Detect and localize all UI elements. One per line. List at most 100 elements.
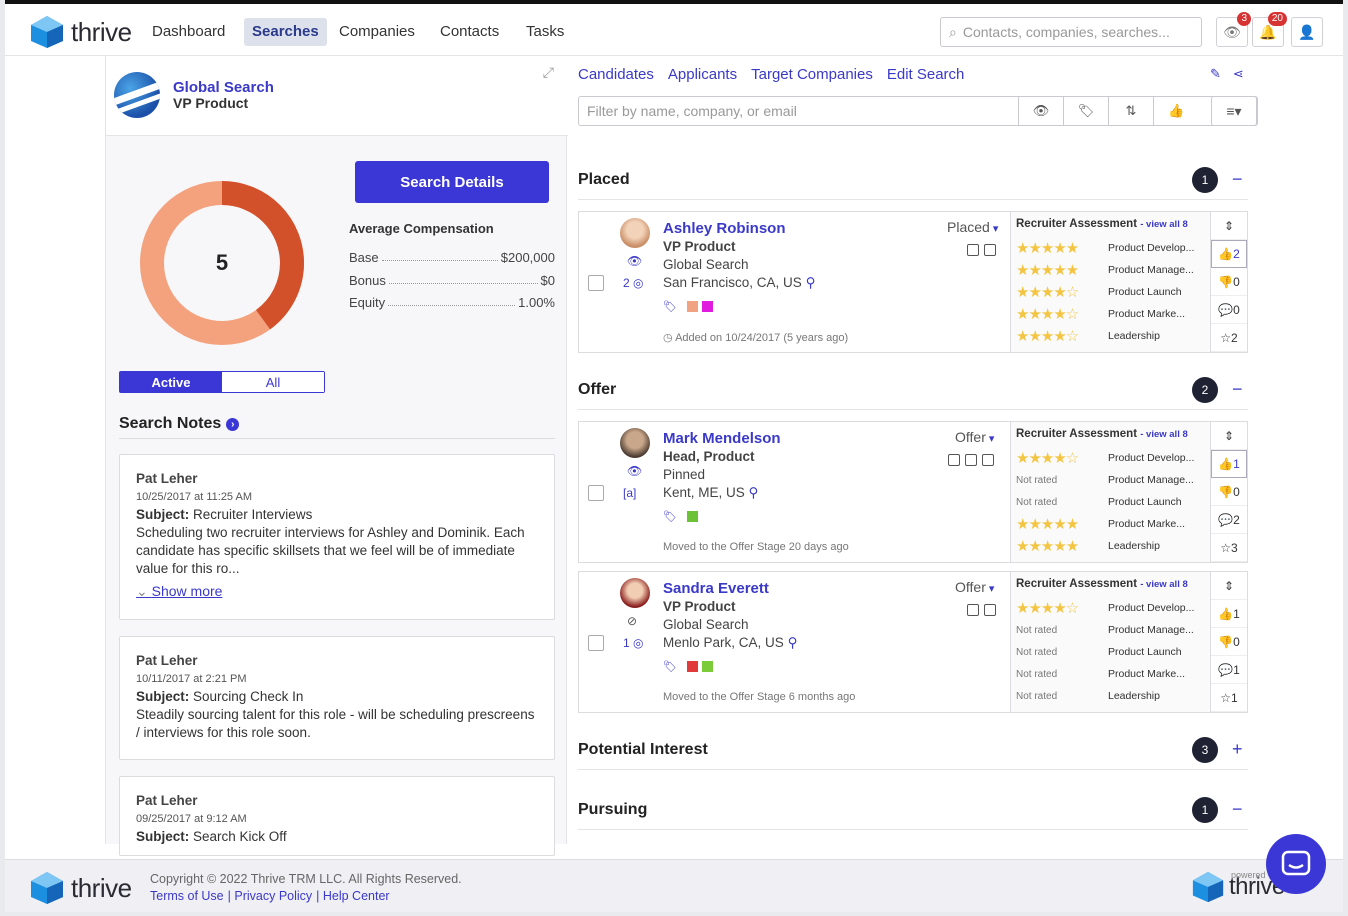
- rating-stars[interactable]: Not rated: [1016, 497, 1108, 508]
- expand-icon[interactable]: +: [1232, 739, 1243, 760]
- collapse-icon[interactable]: −: [1232, 379, 1243, 400]
- user-menu-button[interactable]: 👤: [1291, 17, 1323, 47]
- rating-stars[interactable]: Not rated: [1016, 647, 1108, 658]
- note-card[interactable]: Pat Leher 10/25/2017 at 11:25 AM Subject…: [119, 454, 555, 620]
- share-icon[interactable]: ⋖: [1233, 66, 1244, 82]
- help-link[interactable]: | Help Center: [316, 889, 389, 903]
- rating-stars[interactable]: ★★★★☆: [1016, 283, 1108, 301]
- stage-header-offer[interactable]: Offer 2 −: [578, 370, 1248, 410]
- nav-contacts[interactable]: Contacts: [432, 18, 507, 46]
- rating-stars[interactable]: ★★★★☆: [1016, 599, 1108, 617]
- star-count[interactable]: ☆2: [1211, 324, 1247, 352]
- thumbs-down-count[interactable]: 👎0: [1211, 628, 1247, 656]
- note-card[interactable]: Pat Leher 09/25/2017 at 9:12 AM Subject:…: [119, 776, 555, 856]
- thumbs-down-count[interactable]: 👎0: [1211, 268, 1247, 296]
- email-icon[interactable]: [967, 244, 979, 256]
- rating-stars[interactable]: ★★★★★: [1016, 261, 1108, 279]
- privacy-link[interactable]: | Privacy Policy: [228, 889, 313, 903]
- thumbs-up-count[interactable]: 👍1: [1211, 450, 1247, 478]
- tab-target-companies[interactable]: Target Companies: [751, 66, 873, 83]
- rating-stars[interactable]: ★★★★★: [1016, 537, 1108, 555]
- rating-stars[interactable]: ★★★★☆: [1016, 305, 1108, 323]
- nav-tasks[interactable]: Tasks: [518, 18, 572, 46]
- global-search-input[interactable]: ⌕ Contacts, companies, searches...: [940, 17, 1202, 47]
- reorder-icon[interactable]: ⇕: [1211, 422, 1247, 450]
- candidate-card[interactable]: 👁 2 ◎ Ashley Robinson VP Product Global …: [578, 211, 1248, 353]
- search-details-button[interactable]: Search Details: [355, 161, 549, 203]
- rating-stars[interactable]: Not rated: [1016, 691, 1108, 702]
- nav-companies[interactable]: Companies: [331, 18, 423, 46]
- search-notes-heading[interactable]: Search Notes ›: [119, 415, 555, 439]
- rating-stars[interactable]: ★★★★★: [1016, 515, 1108, 533]
- reorder-icon[interactable]: ⇕: [1211, 212, 1247, 240]
- comment-count[interactable]: 💬2: [1211, 506, 1247, 534]
- stage-header-potential-interest[interactable]: Potential Interest 3 +: [578, 730, 1248, 770]
- search-title[interactable]: Global Search: [173, 79, 274, 96]
- collapse-icon[interactable]: −: [1232, 169, 1243, 190]
- email-icon[interactable]: [967, 604, 979, 616]
- comment-count[interactable]: 💬1: [1211, 656, 1247, 684]
- tab-edit-search[interactable]: Edit Search: [887, 66, 965, 83]
- candidate-card[interactable]: ⊘ 1 ◎ Sandra Everett VP Product Global S…: [578, 571, 1248, 713]
- collapse-icon[interactable]: −: [1232, 799, 1243, 820]
- tag-icon[interactable]: 🏷: [663, 300, 677, 313]
- show-more-link[interactable]: ⌄ Show more: [136, 582, 538, 600]
- star-count[interactable]: ☆1: [1211, 684, 1247, 712]
- tag-icon[interactable]: 🏷: [663, 660, 677, 673]
- candidate-checkbox[interactable]: [588, 275, 604, 291]
- visibility-filter-button[interactable]: 👁: [1019, 97, 1064, 125]
- tag-icon[interactable]: 🏷: [663, 510, 677, 523]
- thumbs-down-count[interactable]: 👎0: [1211, 478, 1247, 506]
- stage-dropdown[interactable]: Offer: [955, 579, 994, 595]
- stage-header-placed[interactable]: Placed 1 −: [578, 160, 1248, 200]
- thrive-logo[interactable]: thrive: [29, 14, 132, 50]
- expand-icon[interactable]: ⤢: [543, 64, 554, 81]
- tag-filter-button[interactable]: 🏷: [1064, 97, 1109, 125]
- nav-searches[interactable]: Searches: [244, 18, 327, 46]
- phone-icon[interactable]: [965, 454, 977, 466]
- watch-button[interactable]: 👁 3: [1216, 12, 1251, 47]
- view-all-link[interactable]: - view all 8: [1140, 579, 1188, 590]
- toggle-all[interactable]: All: [222, 372, 324, 392]
- sort-button[interactable]: ⇅: [1109, 97, 1154, 125]
- view-all-link[interactable]: - view all 8: [1140, 219, 1188, 230]
- thumbs-up-count[interactable]: 👍1: [1211, 600, 1247, 628]
- tab-applicants[interactable]: Applicants: [668, 66, 737, 83]
- stage-dropdown[interactable]: Placed: [947, 219, 998, 235]
- note-card[interactable]: Pat Leher 10/11/2017 at 2:21 PM Subject:…: [119, 636, 555, 760]
- candidate-card[interactable]: 👁 [a] Mark Mendelson Head, Product Pinne…: [578, 421, 1248, 563]
- eye-slash-icon[interactable]: ⊘: [627, 614, 637, 628]
- like-filter-button[interactable]: 👍: [1154, 97, 1199, 125]
- view-menu-button[interactable]: ≡▾: [1211, 96, 1257, 126]
- terms-link[interactable]: Terms of Use: [150, 889, 224, 903]
- rating-stars[interactable]: Not rated: [1016, 669, 1108, 680]
- rating-stars[interactable]: ★★★★☆: [1016, 327, 1108, 345]
- candidate-checkbox[interactable]: [588, 485, 604, 501]
- chat-launcher-button[interactable]: [1266, 834, 1326, 894]
- candidate-name[interactable]: Mark Mendelson: [663, 430, 781, 447]
- candidate-filter-input[interactable]: Filter by name, company, or email: [579, 97, 1019, 125]
- linkedin-icon[interactable]: [984, 604, 996, 616]
- email-icon[interactable]: [948, 454, 960, 466]
- notifications-button[interactable]: 🔔 20: [1252, 12, 1287, 47]
- reorder-icon[interactable]: ⇕: [1211, 572, 1247, 600]
- linkedin-icon[interactable]: [982, 454, 994, 466]
- edit-icon[interactable]: ✎: [1210, 66, 1221, 82]
- view-all-link[interactable]: - view all 8: [1140, 429, 1188, 440]
- rating-stars[interactable]: Not rated: [1016, 625, 1108, 636]
- toggle-active[interactable]: Active: [120, 372, 222, 392]
- eye-icon[interactable]: 👁: [627, 254, 642, 268]
- thumbs-up-count[interactable]: 👍2: [1211, 240, 1247, 268]
- linkedin-icon[interactable]: [984, 244, 996, 256]
- arrow-right-icon[interactable]: ›: [226, 417, 240, 431]
- stage-header-pursuing[interactable]: Pursuing 1 −: [578, 790, 1248, 830]
- comment-count[interactable]: 💬0: [1211, 296, 1247, 324]
- rating-stars[interactable]: ★★★★★: [1016, 239, 1108, 257]
- tab-candidates[interactable]: Candidates: [578, 66, 654, 83]
- candidate-checkbox[interactable]: [588, 635, 604, 651]
- star-count[interactable]: ☆3: [1211, 534, 1247, 562]
- nav-dashboard[interactable]: Dashboard: [144, 18, 233, 46]
- candidate-name[interactable]: Sandra Everett: [663, 580, 769, 597]
- rating-stars[interactable]: ★★★★☆: [1016, 449, 1108, 467]
- candidate-name[interactable]: Ashley Robinson: [663, 220, 786, 237]
